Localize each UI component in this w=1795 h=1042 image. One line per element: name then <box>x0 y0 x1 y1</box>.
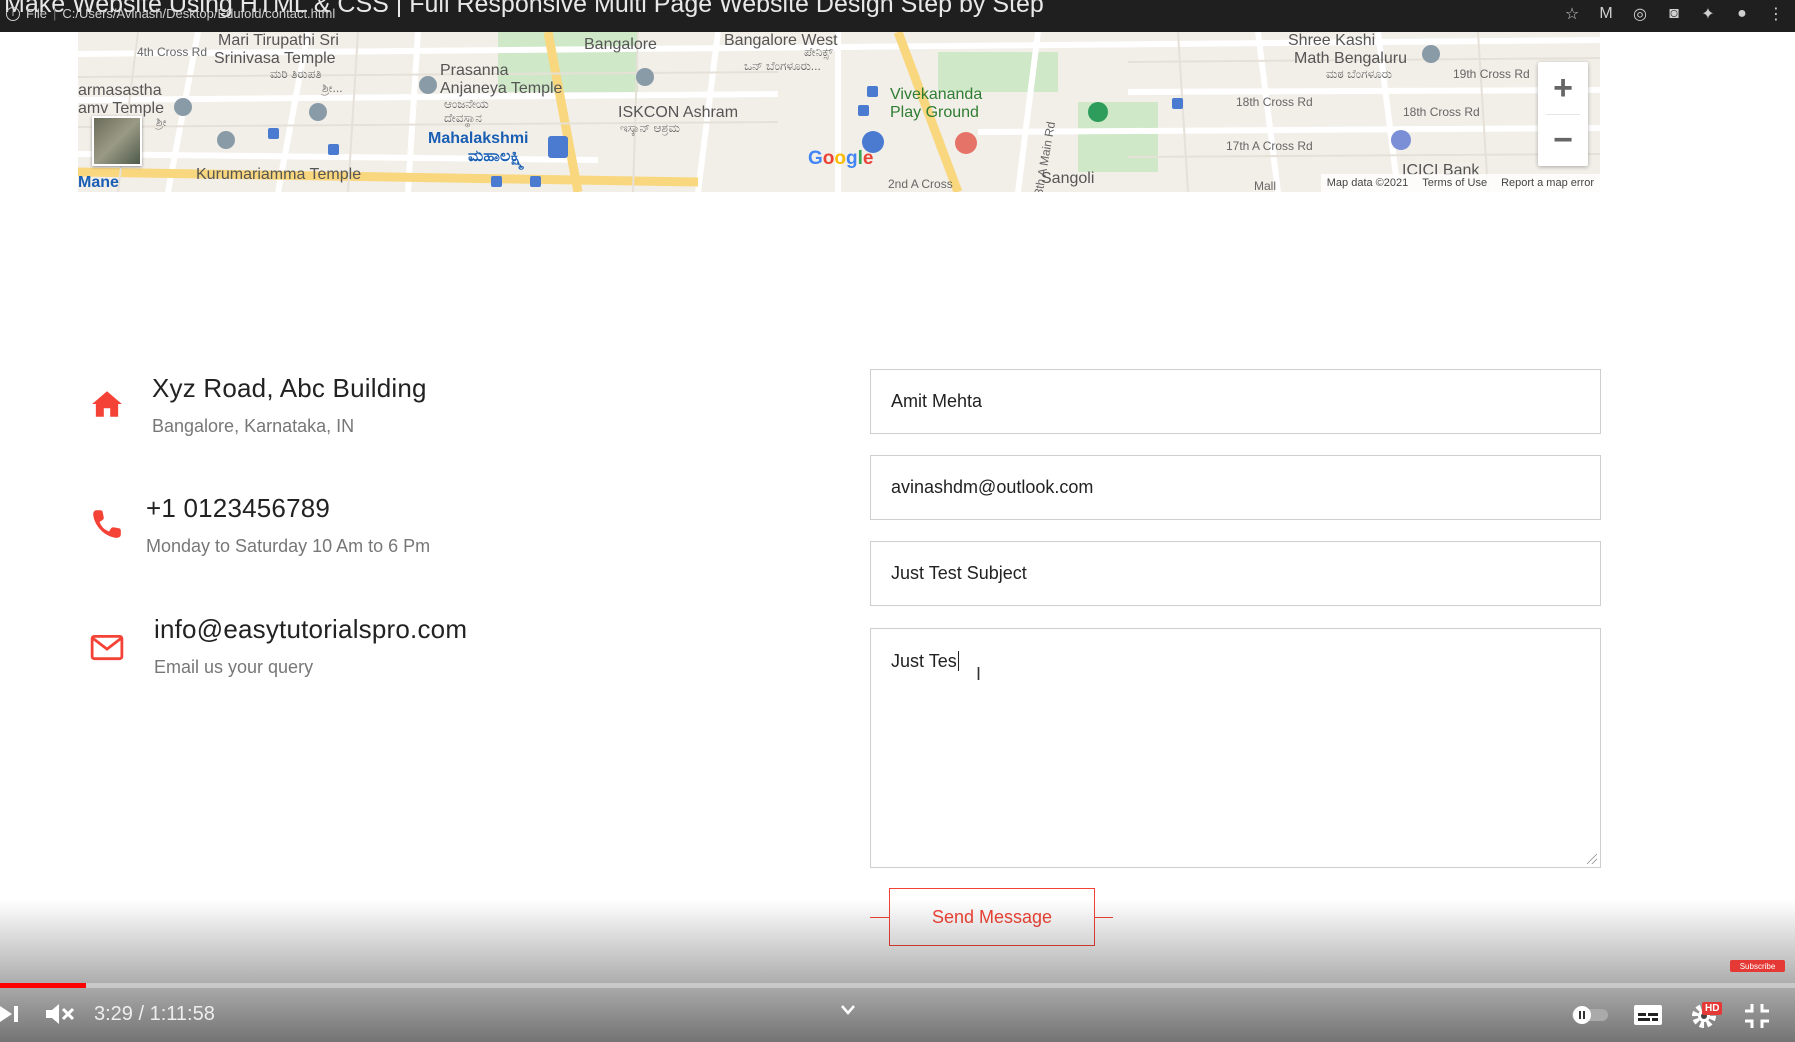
chevron-down-icon[interactable] <box>840 1004 856 1016</box>
map-label: 18th Cross Rd <box>1236 95 1313 109</box>
ibeam-cursor-icon: I <box>976 664 982 684</box>
info-icon[interactable]: i <box>6 6 20 21</box>
email-input-value: avinashdm@outlook.com <box>891 477 1094 497</box>
map-label: Bangalore <box>584 36 657 53</box>
contact-address: Xyz Road, Abc Building Bangalore, Karnat… <box>90 373 427 437</box>
video-title-bar: Make Website Using HTML & CSS | Full Res… <box>0 0 1795 32</box>
address-separator: | <box>52 6 57 21</box>
captions-icon[interactable] <box>1633 1003 1663 1027</box>
map-label: Prasanna <box>440 62 509 79</box>
browser-toolbar-icons: ☆ M ◎ ◙ ✦ ● ⋮ <box>1563 4 1785 24</box>
map-label: ಮರಿ ತಿರುಪತಿ <box>270 67 322 81</box>
map-label: 19th Cross Rd <box>1453 67 1530 81</box>
phone-title: +1 0123456789 <box>146 493 331 523</box>
next-video-icon[interactable] <box>0 1003 22 1025</box>
more-menu-icon[interactable]: ⋮ <box>1767 4 1785 24</box>
map-label: 17th A Cross Rd <box>1226 139 1313 153</box>
google-logo: Google <box>808 148 874 169</box>
textarea-resize-handle[interactable] <box>1587 854 1597 864</box>
map-label: ಒನ್ ಬೆಂಗಳೂರು... <box>744 59 821 73</box>
map-label: 18th Cross Rd <box>1403 105 1480 119</box>
message-textarea-value: Just Tes <box>891 651 957 671</box>
map-attribution: Map data ©2021 Terms of Use Report a map… <box>1320 174 1600 192</box>
map-label: Mari Tirupathi Sri <box>218 32 339 49</box>
bookmark-star-icon[interactable]: ☆ <box>1563 4 1581 24</box>
email-subtitle: Email us your query <box>154 657 314 677</box>
map-label: Anjaneya Temple <box>440 80 563 97</box>
report-map-error-link[interactable]: Report a map error <box>1501 177 1594 189</box>
map-label: ಶ್ರೀ <box>156 115 167 129</box>
map-label: 2nd A Cross <box>888 177 953 191</box>
time-total: 1:11:58 <box>149 1003 215 1025</box>
map-label: Srinivasa Temple <box>214 50 336 67</box>
puzzle-icon[interactable]: ✦ <box>1699 4 1717 24</box>
file-label: File <box>26 6 47 21</box>
extension-globe-icon[interactable]: ◎ <box>1631 4 1649 24</box>
envelope-icon <box>90 634 124 661</box>
map-label: Vivekananda <box>890 86 983 103</box>
zoom-in-button[interactable]: + <box>1538 62 1588 114</box>
map-label: Kurumariamma Temple <box>196 166 362 183</box>
map-label: Math Bengaluru <box>1294 50 1407 67</box>
map-zoom-control: + − <box>1538 62 1588 166</box>
map-label: amv Temple <box>78 100 164 117</box>
map-label: ಇಸ್ಕಾನ್ ಆಶ್ರಮ <box>620 121 680 135</box>
subject-input[interactable]: Just Test Subject <box>870 541 1601 606</box>
address-title: Xyz Road, Abc Building <box>152 373 427 403</box>
email-title: info@easytutorialspro.com <box>154 614 468 644</box>
google-map[interactable]: 4th Cross Rd Mari Tirupathi Sri Srinivas… <box>78 32 1600 192</box>
map-label: Shree Kashi <box>1288 32 1376 49</box>
map-label: ಶ್ರೀ... <box>322 81 343 95</box>
map-label: ಪೇನಿಕ್ಸ್ <box>804 45 833 59</box>
map-label: Sangoli <box>1041 170 1095 187</box>
map-label: ಆಂಜನೇಯ <box>444 97 489 111</box>
terms-of-use-link[interactable]: Terms of Use <box>1422 177 1487 189</box>
email-input[interactable]: avinashdm@outlook.com <box>870 455 1601 520</box>
time-current: 3:29 <box>94 1003 133 1025</box>
zoom-out-button[interactable]: − <box>1538 114 1588 166</box>
contact-email: info@easytutorialspro.com Email us your … <box>90 614 467 678</box>
name-input-value: Amit Mehta <box>891 391 983 411</box>
time-readout: 3:29 / 1:11:58 <box>94 1003 215 1026</box>
map-label: Play Ground <box>890 104 979 121</box>
subscribe-watermark[interactable]: Subscribe <box>1730 960 1785 972</box>
time-separator: / <box>132 1003 150 1025</box>
map-label: ಮಹಾಲಕ್ಷ್ಮಿ <box>468 148 524 165</box>
home-icon <box>92 391 122 417</box>
map-label: ದೇವಸ್ಥಾನ <box>444 111 482 125</box>
phone-icon <box>93 510 121 538</box>
muted-volume-icon[interactable] <box>44 1000 76 1028</box>
progress-played <box>0 983 87 988</box>
map-label: Mall <box>1254 179 1277 192</box>
map-label: ISKCON Ashram <box>618 104 739 121</box>
autoplay-toggle-icon[interactable] <box>1570 1004 1610 1026</box>
text-caret <box>957 651 959 671</box>
phone-subtitle: Monday to Saturday 10 Am to 6 Pm <box>146 536 431 556</box>
map-label: Mane <box>78 174 119 191</box>
hd-badge: HD <box>1702 1002 1723 1015</box>
satellite-toggle[interactable] <box>92 116 142 166</box>
camera-icon[interactable]: ◙ <box>1665 5 1683 23</box>
map-label: Mahalakshmi <box>428 130 529 147</box>
name-input[interactable]: Amit Mehta <box>870 369 1601 434</box>
contact-phone: +1 0123456789 Monday to Saturday 10 Am t… <box>90 493 430 557</box>
video-progress-bar[interactable] <box>0 983 1795 988</box>
subject-input-value: Just Test Subject <box>891 563 1027 583</box>
map-label: 4th Cross Rd <box>137 45 208 59</box>
browser-address-bar[interactable]: i File | C:/Users/Avinash/Desktop/Edufol… <box>6 6 335 21</box>
map-label: armasastha <box>78 82 162 99</box>
map-label: ಮಠ ಬೆಂಗಳೂರು <box>1326 67 1392 81</box>
map-data-label: Map data ©2021 <box>1326 177 1409 189</box>
exit-fullscreen-icon[interactable] <box>1744 1003 1770 1029</box>
extension-m-icon[interactable]: M <box>1597 5 1615 23</box>
profile-avatar-icon[interactable]: ● <box>1733 5 1751 23</box>
player-controls-overlay <box>0 900 1795 1042</box>
address-subtitle: Bangalore, Karnataka, IN <box>152 416 355 436</box>
url-text: C:/Users/Avinash/Desktop/Edufold/contact… <box>62 6 336 21</box>
